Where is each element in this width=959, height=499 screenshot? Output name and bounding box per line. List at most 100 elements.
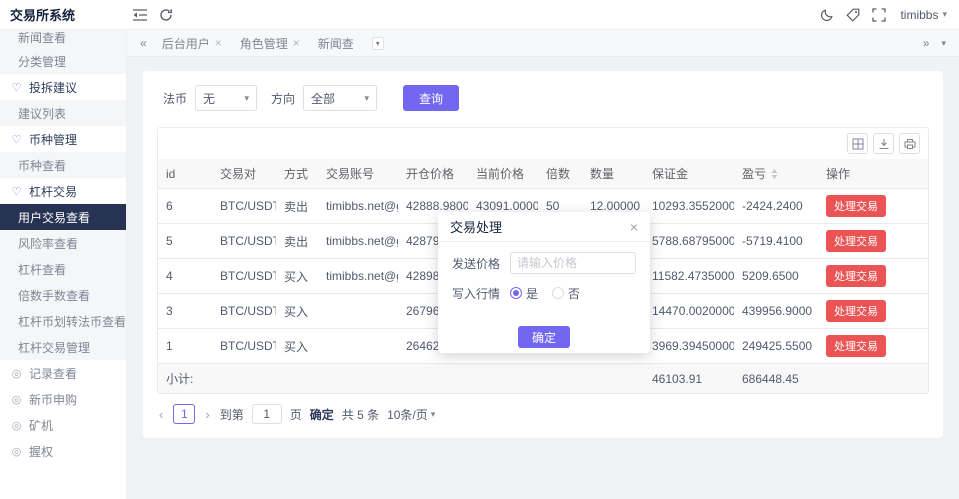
sidebar-item-12[interactable]: 杠杆币划转法币查看 xyxy=(0,308,126,334)
column-header-5: 开仓价格 xyxy=(398,159,468,189)
table-cell-action: 处理交易 xyxy=(818,258,928,294)
refresh-icon[interactable] xyxy=(153,0,179,30)
sidebar-item-label: 新币申购 xyxy=(29,392,78,407)
table-cell: 10293.35520000 xyxy=(644,188,734,224)
table-cell: 买入 xyxy=(276,258,318,294)
sort-icon[interactable] xyxy=(770,168,779,180)
table-cell: -2424.2400 xyxy=(734,188,818,224)
column-header-2: 交易对 xyxy=(212,159,276,189)
radio-no-label: 否 xyxy=(568,286,581,301)
scroll-tabs-left-button[interactable]: « xyxy=(137,36,150,50)
prev-page-button[interactable]: ‹ xyxy=(157,407,165,422)
handle-trade-button[interactable]: 处理交易 xyxy=(826,230,886,252)
subtotal-cell xyxy=(538,363,582,393)
radio-yes-label: 是 xyxy=(526,286,539,301)
sidebar-item-3[interactable]: ♡ 投拆建议 xyxy=(0,74,126,100)
handle-trade-button[interactable]: 处理交易 xyxy=(826,300,886,322)
tab-actions-dropdown-icon[interactable]: ▾ xyxy=(938,38,949,49)
goto-page-input[interactable] xyxy=(251,404,282,424)
scroll-tabs-right-button[interactable]: » xyxy=(920,36,933,50)
sidebar-item-1[interactable]: 新闻查看 xyxy=(0,30,126,48)
column-header-11: 操作 xyxy=(818,159,928,189)
suggestion-icon: ♡ xyxy=(11,81,22,94)
sidebar-item-10[interactable]: 杠杆查看 xyxy=(0,256,126,282)
price-input[interactable] xyxy=(510,252,636,274)
table-cell: 3969.39450000 xyxy=(644,328,734,364)
sidebar-item-15[interactable]: ◎ 新币申购 xyxy=(0,386,126,412)
column-header-1: id xyxy=(158,159,212,189)
sidebar-item-6[interactable]: 币种查看 xyxy=(0,152,126,178)
column-header-label: 操作 xyxy=(826,167,851,181)
user-menu[interactable]: timibbs ▾ xyxy=(892,8,959,22)
table-cell-action: 处理交易 xyxy=(818,188,928,224)
subtotal-row: 小计: 46103.91 686448.45 xyxy=(158,363,928,393)
fullscreen-icon[interactable] xyxy=(866,0,892,30)
column-header-label: 交易对 xyxy=(220,167,257,181)
handle-trade-button[interactable]: 处理交易 xyxy=(826,195,886,217)
goto-confirm-button[interactable]: 确定 xyxy=(310,406,334,423)
currency-select[interactable]: 无 ▾ xyxy=(195,85,258,111)
print-icon[interactable] xyxy=(899,133,920,154)
price-label: 发送价格 xyxy=(452,256,501,271)
sidebar-item-label: 用户交易查看 xyxy=(18,210,91,225)
grid-view-icon[interactable] xyxy=(847,133,868,154)
table-cell-action: 处理交易 xyxy=(818,328,928,364)
sidebar-item-label: 投拆建议 xyxy=(29,80,78,95)
subtotal-cell xyxy=(818,363,928,393)
collapse-sidebar-icon[interactable] xyxy=(127,0,153,30)
radio-selected-icon xyxy=(510,287,523,299)
sidebar-item-11[interactable]: 倍数手数查看 xyxy=(0,282,126,308)
tab-label: 新闻查 xyxy=(317,36,354,51)
radio-yes[interactable]: 是 xyxy=(510,285,538,302)
tab-1[interactable]: 后台用户 × xyxy=(162,35,222,52)
sidebar-item-8[interactable]: 用户交易查看 xyxy=(0,204,126,230)
radio-no[interactable]: 否 xyxy=(552,285,580,302)
trade-handle-dialog: 交易处理 × 发送价格 写入行情 是 否 确定 xyxy=(438,212,650,353)
sidebar-item-16[interactable]: ◎ 矿机 xyxy=(0,412,126,438)
close-icon[interactable]: × xyxy=(630,220,638,234)
column-header-9: 保证金 xyxy=(644,159,734,189)
subtotal-cell xyxy=(212,363,276,393)
close-tab-icon[interactable]: × xyxy=(293,36,300,50)
confirm-button[interactable]: 确定 xyxy=(517,326,570,348)
column-header-label: 方式 xyxy=(284,167,309,181)
sidebar-item-7[interactable]: ♡ 杠杆交易 xyxy=(0,178,126,204)
handle-trade-button[interactable]: 处理交易 xyxy=(826,265,886,287)
pagination: ‹ 1 › 到第 页 确定 共 5 条 10条/页 ▾ xyxy=(157,404,929,424)
table-cell: BTC/USDT xyxy=(212,293,276,329)
tab-label: 后台用户 xyxy=(161,36,210,51)
chevron-down-icon: ▾ xyxy=(942,9,947,19)
table-cell: BTC/USDT xyxy=(212,188,276,224)
tag-icon[interactable] xyxy=(840,0,866,30)
sidebar-item-label: 建议列表 xyxy=(18,106,67,121)
export-download-icon[interactable] xyxy=(873,133,894,154)
search-button[interactable]: 查询 xyxy=(403,85,460,111)
tab-3[interactable]: 新闻查 xyxy=(318,35,354,52)
page-number-button[interactable]: 1 xyxy=(173,404,196,424)
sidebar-item-label: 分类管理 xyxy=(18,54,67,69)
column-header-label: 保证金 xyxy=(652,167,689,181)
tab-dropdown-icon[interactable]: ▾ xyxy=(371,36,384,50)
leverage-icon: ♡ xyxy=(11,185,22,198)
table-cell: timibbs.net@g... xyxy=(318,223,398,259)
column-header-7: 倍数 xyxy=(538,159,582,189)
page-size-value: 10条/页 xyxy=(387,407,428,422)
sidebar-item-5[interactable]: ♡ 币种管理 xyxy=(0,126,126,152)
sidebar-item-14[interactable]: ◎ 记录查看 xyxy=(0,360,126,386)
tab-2[interactable]: 角色管理 × xyxy=(240,35,300,52)
handle-trade-button[interactable]: 处理交易 xyxy=(826,335,886,357)
column-header-label: 当前价格 xyxy=(476,167,525,181)
sidebar-item-4[interactable]: 建议列表 xyxy=(0,100,126,126)
next-page-button[interactable]: › xyxy=(203,407,211,422)
open-tabs: 后台用户 × 角色管理 × 新闻查 ▾ xyxy=(162,35,384,52)
page-size-select[interactable]: 10条/页 ▾ xyxy=(387,406,435,423)
direction-select[interactable]: 全部 ▾ xyxy=(303,85,378,111)
table-cell-action: 处理交易 xyxy=(818,293,928,329)
column-header-3: 方式 xyxy=(276,159,318,189)
sidebar-item-17[interactable]: ◎ 握权 xyxy=(0,438,126,464)
sidebar-item-13[interactable]: 杠杆交易管理 xyxy=(0,334,126,360)
theme-moon-icon[interactable] xyxy=(814,0,840,30)
sidebar-item-9[interactable]: 风险率查看 xyxy=(0,230,126,256)
close-tab-icon[interactable]: × xyxy=(215,36,222,50)
sidebar-item-2[interactable]: 分类管理 xyxy=(0,48,126,74)
